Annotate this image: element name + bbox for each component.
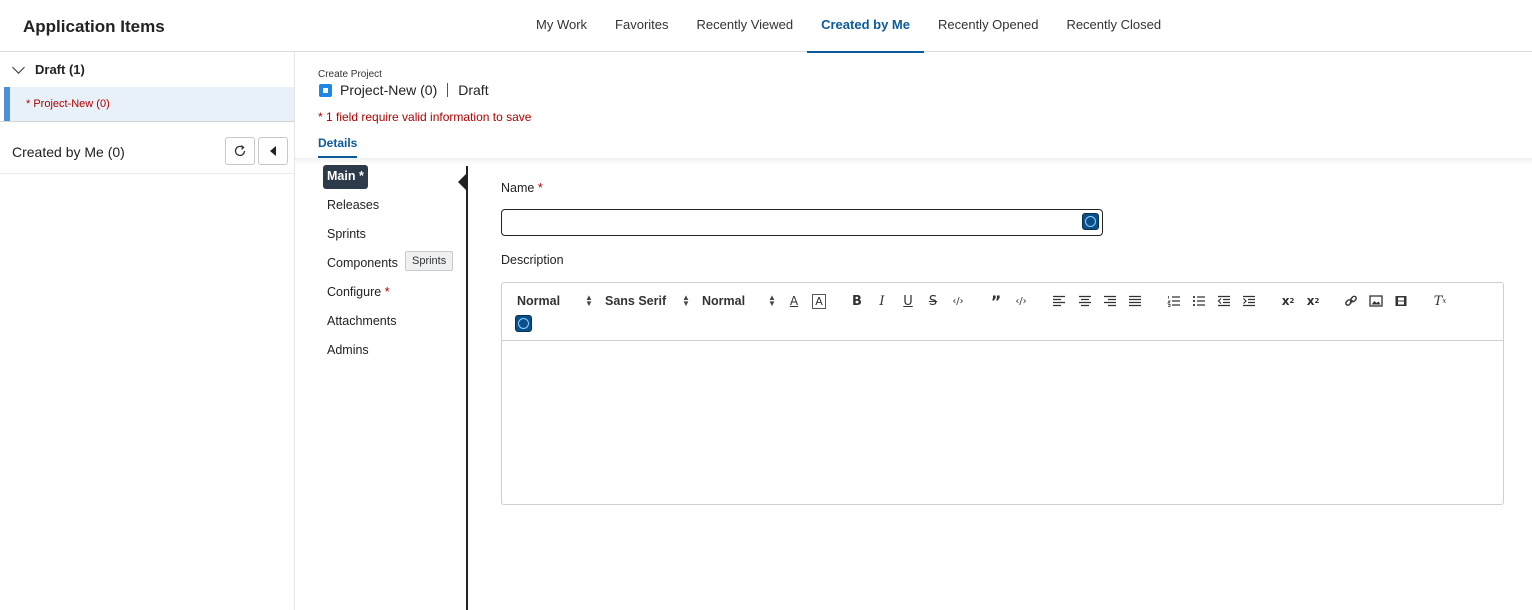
subscript-icon[interactable]: x2 bbox=[1278, 293, 1298, 309]
tab-recently-closed[interactable]: Recently Closed bbox=[1052, 0, 1175, 52]
required-mark: * bbox=[384, 285, 390, 299]
chevron-down-icon bbox=[12, 61, 25, 74]
refresh-icon bbox=[234, 145, 246, 157]
bullet-list-icon[interactable] bbox=[1189, 293, 1209, 309]
breadcrumb: Create Project bbox=[318, 69, 382, 80]
ai-assist-icon[interactable] bbox=[1082, 213, 1099, 230]
ai-assist-icon[interactable] bbox=[515, 315, 532, 332]
strike-icon[interactable]: S bbox=[923, 293, 943, 309]
section-pointer bbox=[458, 174, 466, 190]
title-separator bbox=[447, 83, 449, 97]
outdent-icon[interactable] bbox=[1214, 293, 1234, 309]
font-select[interactable]: Sans Serif ▲ ▼ bbox=[605, 293, 691, 309]
font-color-icon[interactable]: A bbox=[784, 293, 804, 309]
section-releases[interactable]: Releases bbox=[327, 198, 379, 212]
collapse-panel-button[interactable] bbox=[258, 137, 288, 165]
top-header: Application Items My Work Favorites Rece… bbox=[0, 0, 1532, 53]
tab-recently-opened[interactable]: Recently Opened bbox=[924, 0, 1052, 52]
draft-item-project[interactable]: * Project-New (0) bbox=[4, 87, 294, 121]
draft-item-label: * Project-New (0) bbox=[26, 98, 110, 110]
project-status: Draft bbox=[458, 82, 489, 98]
underline-icon[interactable]: U bbox=[898, 293, 918, 309]
align-right-icon[interactable] bbox=[1100, 293, 1120, 309]
section-label: Configure bbox=[327, 285, 382, 299]
section-admins[interactable]: Admins bbox=[327, 343, 369, 357]
top-nav: My Work Favorites Recently Viewed Create… bbox=[522, 0, 1175, 53]
inline-code-icon[interactable]: ‹/› bbox=[948, 293, 968, 309]
select-arrows-icon: ▲ ▼ bbox=[768, 293, 776, 308]
section-configure[interactable]: Configure * bbox=[327, 285, 390, 299]
draft-group-header[interactable]: Draft (1) bbox=[0, 52, 294, 87]
divider bbox=[0, 173, 294, 174]
rich-text-editor: Normal ▲ ▼ Sans Serif ▲ ▼ Normal ▲ ▼ A A B … bbox=[501, 282, 1504, 505]
project-name: Project-New (0) bbox=[340, 82, 438, 98]
tab-details[interactable]: Details bbox=[318, 136, 358, 158]
select-arrows-icon: ▲ ▼ bbox=[682, 293, 690, 308]
tab-created-by-me[interactable]: Created by Me bbox=[807, 0, 924, 53]
required-mark: * bbox=[358, 169, 364, 183]
draft-group-label: Draft (1) bbox=[35, 62, 85, 77]
indent-icon[interactable] bbox=[1239, 293, 1259, 309]
created-by-me-label: Created by Me (0) bbox=[12, 144, 125, 160]
align-center-icon[interactable] bbox=[1075, 293, 1095, 309]
description-editor-area[interactable] bbox=[502, 341, 1503, 504]
editor-toolbar: Normal ▲ ▼ Sans Serif ▲ ▼ Normal ▲ ▼ A A B … bbox=[502, 283, 1503, 341]
ordered-list-icon[interactable] bbox=[1164, 293, 1184, 309]
bold-icon[interactable]: B bbox=[847, 293, 867, 309]
tooltip: Sprints bbox=[405, 251, 454, 271]
caret-left-icon bbox=[270, 146, 276, 156]
name-input[interactable] bbox=[501, 209, 1103, 236]
align-justify-icon[interactable] bbox=[1125, 293, 1145, 309]
project-icon bbox=[319, 83, 332, 97]
description-label: Description bbox=[501, 253, 564, 267]
tabbar-shadow bbox=[295, 158, 1532, 164]
section-sprints[interactable]: Sprints bbox=[327, 227, 366, 241]
select-arrows-icon: ▲ ▼ bbox=[585, 293, 593, 308]
align-left-icon[interactable] bbox=[1049, 293, 1069, 309]
tab-my-work[interactable]: My Work bbox=[522, 0, 601, 52]
tab-favorites[interactable]: Favorites bbox=[601, 0, 682, 52]
link-icon[interactable] bbox=[1341, 293, 1361, 309]
section-label: Main bbox=[327, 169, 356, 183]
size-select[interactable]: Normal ▲ ▼ bbox=[702, 293, 780, 309]
section-divider bbox=[466, 166, 468, 610]
section-components[interactable]: Components bbox=[327, 256, 398, 270]
validation-warning: * 1 field require valid information to s… bbox=[318, 110, 532, 124]
superscript-icon[interactable]: x2 bbox=[1303, 293, 1323, 309]
refresh-button[interactable] bbox=[225, 137, 255, 165]
image-icon[interactable] bbox=[1366, 293, 1386, 309]
highlight-icon[interactable]: A bbox=[809, 293, 829, 309]
tab-recently-viewed[interactable]: Recently Viewed bbox=[683, 0, 808, 52]
video-icon[interactable] bbox=[1391, 293, 1411, 309]
required-mark: * bbox=[537, 181, 543, 195]
divider bbox=[0, 121, 294, 122]
name-label: Name * bbox=[501, 181, 543, 195]
app-title: Application Items bbox=[23, 17, 165, 36]
italic-icon[interactable]: I bbox=[872, 293, 892, 309]
left-panel: Draft (1) * Project-New (0) Created by M… bbox=[0, 52, 295, 610]
clear-format-icon[interactable]: Tx bbox=[1430, 293, 1450, 309]
section-attachments[interactable]: Attachments bbox=[327, 314, 396, 328]
page-title: Project-New (0) Draft bbox=[319, 82, 489, 98]
header-select[interactable]: Normal ▲ ▼ bbox=[517, 293, 595, 309]
blockquote-icon[interactable]: ” bbox=[986, 292, 1006, 311]
section-main[interactable]: Main * bbox=[323, 165, 368, 189]
code-block-icon[interactable]: ‹/› bbox=[1011, 293, 1031, 309]
